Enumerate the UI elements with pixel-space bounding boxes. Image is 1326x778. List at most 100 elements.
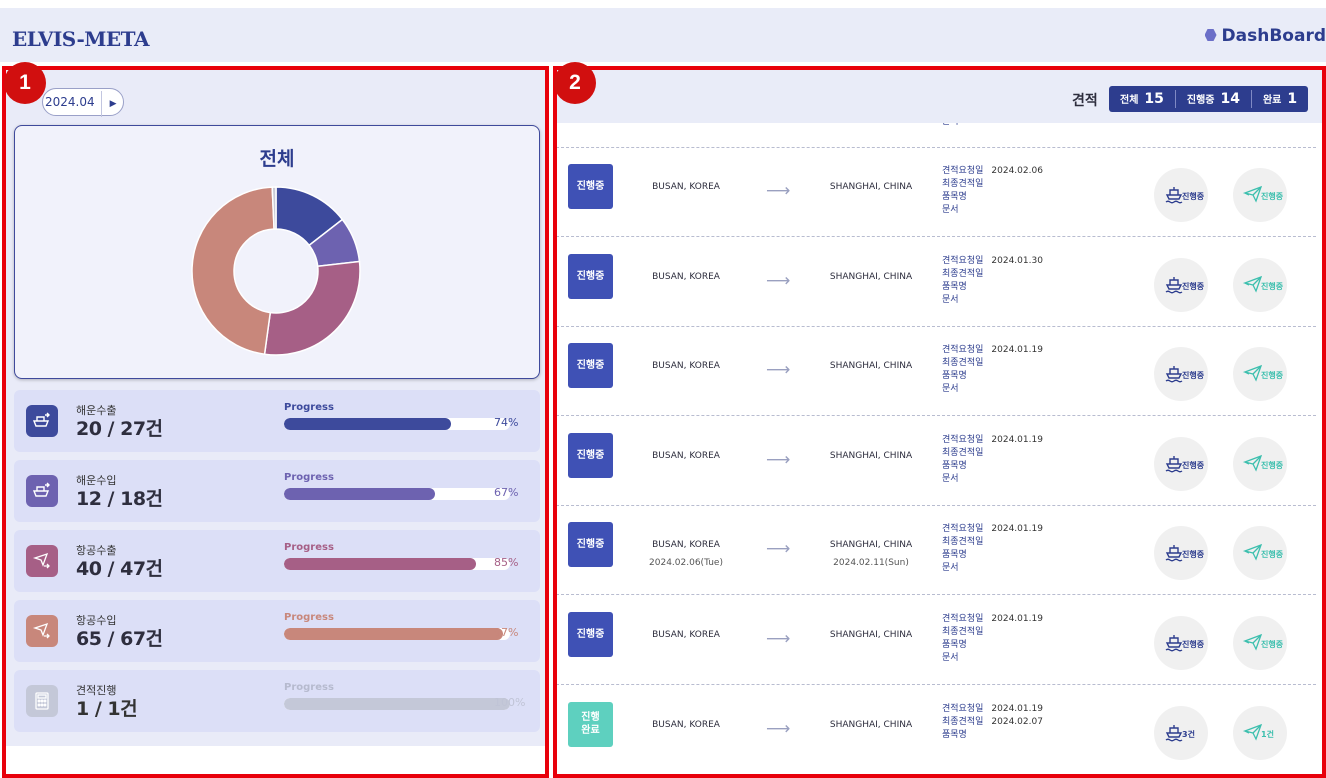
status-badge: 진행중 [568, 343, 613, 389]
ship-status-button[interactable]: 진행중 [1154, 168, 1208, 222]
progress-percent: 67% [494, 486, 519, 499]
stat-card-3[interactable]: 항공수입 65 / 67건 Progress 97% [14, 600, 540, 662]
air-status-text: 진행중 [1261, 640, 1284, 649]
ship-status-button[interactable]: 진행중 [1154, 436, 1208, 491]
request-date-line: 견적요청일 2024.01.19 [942, 523, 1043, 536]
air-status-button[interactable]: 진행중 [1233, 526, 1287, 581]
origin-city: BUSAN, KOREA [652, 719, 720, 730]
air-status-button[interactable]: 진행중 [1233, 616, 1287, 670]
air-status-text: 진행중 [1261, 281, 1284, 291]
destination: SHANGHAI, CHINA [821, 272, 921, 282]
stat-card-2[interactable]: 항공수출 40 / 47건 Progress 85% [14, 530, 540, 592]
final-date-line: 최종견적일 [942, 268, 1043, 281]
ship-status-button[interactable]: 진행중 [1154, 347, 1208, 402]
dashboard-link[interactable]: DashBoard [1204, 26, 1326, 46]
doc-label: 문서 [942, 384, 959, 395]
doc-label: 문서 [942, 294, 959, 305]
ship-status-button[interactable]: 진행중 [1154, 526, 1208, 581]
quote-row[interactable]: 진행중 BUSAN, KOREA ⟶ SHANGHAI, CHINA 견적요청일… [556, 327, 1316, 417]
month-value: 2024.04 [45, 95, 95, 109]
quote-row[interactable]: 진행중 BUSAN, KOREA ⟶ SHANGHAI, CHINA 견적요청일… [556, 596, 1316, 685]
donut-chart [191, 186, 361, 356]
quote-row[interactable]: 진행중 BUSAN, KOREA ⟶ SHANGHAI, CHINA 견적요청일… [556, 148, 1316, 237]
progress-fill [284, 698, 510, 710]
air-status-button[interactable]: 진행중 [1233, 347, 1287, 402]
quote-info: 견적요청일 2024.01.30 최종견적일 품목명 문서 [942, 255, 1043, 307]
ship-status-button[interactable]: 진행중 [1154, 257, 1208, 312]
status-text: 진행중 [576, 449, 605, 461]
ship-icon [1165, 635, 1183, 652]
status-badge: 진행 완료 [568, 701, 613, 747]
air-status-text: 진행중 [1261, 550, 1284, 560]
origin: BUSAN, KOREA [646, 451, 726, 461]
quote-row[interactable]: 진행중 BUSAN, KOREA ⟶ SHANGHAI, CHINA 견적요청일… [556, 417, 1316, 506]
item-label: 품목명 [942, 371, 967, 382]
destination-city: SHANGHAI, CHINA [829, 450, 913, 461]
final-date-line: 최종견적일 [942, 357, 1043, 370]
request-date-label: 견적요청일 [942, 434, 984, 445]
month-picker[interactable]: 2024.04 ▶ [42, 88, 124, 117]
request-date-line: 견적요청일 2024.01.19 [942, 613, 1043, 626]
quote-row[interactable]: 진행중 BUSAN, KOREA 2024.02.06(Tue) ⟶ SHANGH… [556, 506, 1316, 596]
quote-row[interactable]: 진행중 BUSAN, KOREA ⟶ SHANGHAI, CHINA 견적요청일… [556, 238, 1316, 327]
origin: BUSAN, KOREA [646, 361, 726, 371]
request-date: 2024.02.06 [991, 166, 1043, 176]
final-date-label: 최종견적일 [942, 716, 984, 727]
tab-in-progress-label: 진행중 [1186, 95, 1215, 106]
final-date-line: 최종견적일 [942, 447, 1043, 460]
air-status-button[interactable]: 진행중 [1233, 168, 1287, 222]
app-logo[interactable]: ELVIS-META [12, 27, 149, 51]
final-date-line: 최종견적일 2024.02.07 [942, 716, 1043, 729]
doc-label: 문서 [942, 205, 959, 215]
arrow-right-icon: ⟶ [766, 539, 791, 560]
request-date-line: 견적요청일 2024.01.19 [942, 703, 1043, 716]
request-date-line: 견적요청일 2024.01.30 [942, 255, 1043, 268]
destination-city: SHANGHAI, CHINA [829, 271, 913, 282]
final-date-label: 최종견적일 [942, 179, 984, 189]
final-date-line: 최종견적일 [942, 178, 1043, 191]
stat-count: 12 / 18건 [76, 488, 163, 510]
progress-label: Progress [284, 542, 334, 553]
air-status-button[interactable]: 진행중 [1233, 436, 1287, 491]
progress-label: Progress [284, 612, 334, 623]
donut-slice-2[interactable] [263, 260, 361, 356]
stat-count: 65 / 67건 [76, 628, 163, 650]
origin: BUSAN, KOREA [646, 720, 726, 730]
destination-city: SHANGHAI, CHINA [829, 540, 913, 551]
progress-track [284, 418, 510, 430]
donut-slice-3[interactable] [191, 186, 275, 356]
top-bar: ELVIS-META DashBoard [0, 8, 1326, 62]
origin-city: BUSAN, KOREA [652, 540, 720, 551]
next-month-icon[interactable]: ▶ [100, 91, 117, 117]
icon [32, 622, 50, 639]
arrow-right-icon: ⟶ [766, 181, 791, 201]
tab-all-label: 전체 [1120, 95, 1139, 106]
ship-status-button[interactable]: 3건 [1154, 705, 1208, 760]
arrow-right-icon: ⟶ [766, 718, 791, 739]
air-status-button[interactable]: 진행중 [1233, 257, 1287, 312]
tab-all[interactable]: 전체 15 [1109, 86, 1175, 112]
tab-in-progress[interactable]: 진행중 14 [1176, 86, 1251, 112]
quote-filter-tabs: 전체 15 진행중 14 완료 1 [1109, 86, 1309, 112]
quote-row[interactable]: 진행 완료 BUSAN, KOREA ⟶ SHANGHAI, CHINA 견적요… [556, 686, 1316, 774]
origin: BUSAN, KOREA [646, 630, 726, 640]
stat-card-4[interactable]: 견적진행 1 / 1건 Progress 100% [14, 670, 540, 732]
progress-fill [284, 628, 504, 640]
quote-info: 견적요청일 2024.01.19 최종견적일 품목명 문서 [942, 613, 1043, 665]
ship-status-text: 3건 [1182, 729, 1195, 739]
ship-status-button[interactable]: 진행중 [1154, 616, 1208, 670]
progress-fill [284, 558, 477, 570]
stat-card-0[interactable]: 해운수출 20 / 27건 Progress 74% [14, 390, 540, 452]
stat-card-1[interactable]: 해운수입 12 / 18건 Progress 67% [14, 460, 540, 522]
quote-header: 견적 전체 15 진행중 14 완료 1 [556, 68, 1326, 123]
request-date-label: 견적요청일 [942, 703, 984, 714]
destination: SHANGHAI, CHINA [821, 182, 921, 192]
quote-info: 견적요청일 2024.01.19 최종견적일 품목명 문서 [942, 344, 1043, 396]
progress-percent: 100% [494, 696, 526, 709]
air-status-button[interactable]: 1건 [1233, 705, 1287, 760]
tab-complete-count: 1 [1287, 91, 1298, 107]
progress-track [284, 698, 510, 710]
destination: SHANGHAI, CHINA 2024.02.11(Sun) [821, 540, 921, 568]
plane-import-icon [26, 615, 58, 647]
tab-complete[interactable]: 완료 1 [1252, 86, 1308, 112]
